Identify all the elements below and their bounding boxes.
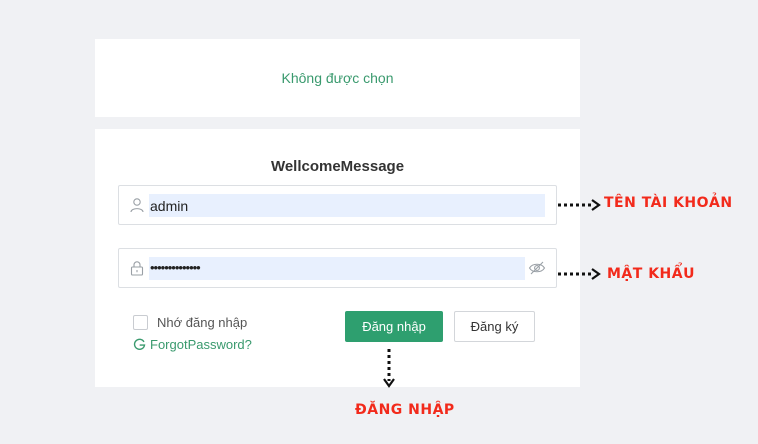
remember-me-label: Nhớ đăng nhập (157, 315, 248, 330)
checkbox-box[interactable] (133, 315, 148, 330)
username-arrow (558, 199, 601, 211)
forgot-password-link[interactable]: ForgotPassword? (133, 337, 252, 352)
password-arrow (558, 268, 601, 280)
username-input-value[interactable]: admin (150, 198, 188, 214)
password-field[interactable]: •••••••••••••• (118, 248, 557, 288)
password-annotation: MẬT KHẨU (607, 266, 695, 282)
user-icon (130, 198, 144, 213)
username-annotation: TÊN TÀI KHOẢN (604, 195, 733, 211)
login-card: WellcomeMessage admin •••••••••••••• Nhớ… (95, 129, 580, 387)
eye-off-icon[interactable] (528, 260, 546, 276)
status-card: Không được chọn (95, 39, 580, 117)
autofill-highlight (149, 194, 545, 217)
password-input-value[interactable]: •••••••••••••• (150, 260, 201, 276)
register-button[interactable]: Đăng ký (454, 311, 535, 342)
remember-me-checkbox[interactable]: Nhớ đăng nhập (133, 315, 247, 330)
forgot-password-label[interactable]: ForgotPassword? (150, 337, 252, 352)
lock-icon (130, 261, 144, 276)
username-field[interactable]: admin (118, 185, 557, 225)
login-button[interactable]: Đăng nhập (345, 311, 443, 342)
google-g-icon (133, 338, 146, 351)
autofill-highlight (149, 257, 525, 280)
welcome-title: WellcomeMessage (270, 158, 405, 175)
login-arrow (383, 349, 395, 388)
selection-status-text: Không được chọn (281, 70, 394, 86)
login-annotation: ĐĂNG NHẬP (355, 402, 455, 418)
